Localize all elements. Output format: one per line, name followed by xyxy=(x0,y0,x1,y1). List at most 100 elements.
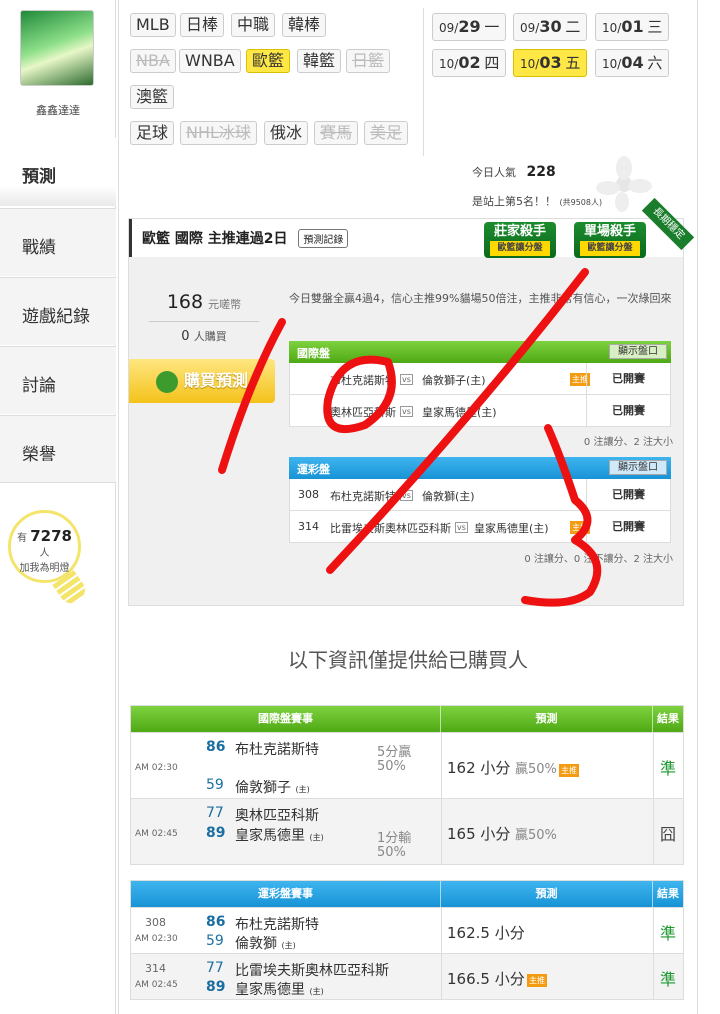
vs-icon: vs xyxy=(400,374,413,385)
price-value: 168 xyxy=(166,291,204,313)
match-time: AM 02:30 xyxy=(135,934,178,944)
match-status: 已開賽 xyxy=(586,363,670,394)
match-time: AM 02:45 xyxy=(135,829,178,839)
match-status: 已開賽 xyxy=(586,395,670,426)
league-soccer[interactable]: 足球 xyxy=(130,121,175,145)
team-a: 比雷埃夫斯奧林匹亞科斯 xyxy=(235,963,389,979)
league-kr-baseball[interactable]: 韓棒 xyxy=(282,13,327,37)
table-row: 308 AM 02:30 86 布杜克諾斯特 59 倫敦獅 (主) 162.5 … xyxy=(131,907,683,954)
coin-icon xyxy=(155,370,178,393)
match-status: 已開賽 xyxy=(586,511,670,542)
home-mark: (主) xyxy=(309,833,324,842)
record-button[interactable]: 預測記錄 xyxy=(298,229,349,248)
team-a: 布杜克諾斯特 xyxy=(330,490,396,503)
league-jp-baseball[interactable]: 日棒 xyxy=(180,13,225,37)
card-title: 歐籃 國際 主推連過2日 xyxy=(142,231,288,247)
popularity: 今日人氣 228 xyxy=(472,164,556,180)
team-b: 倫敦獅子(主) xyxy=(422,374,486,387)
nav-record[interactable]: 戰績 xyxy=(0,208,116,276)
date-day: 29 xyxy=(458,17,481,36)
lottery-header: 運彩盤 顯示盤口 xyxy=(289,457,671,479)
league-euro-basketball[interactable]: 歐籃 xyxy=(246,49,291,73)
price-unit: 元嗟幣 xyxy=(208,298,242,311)
date-weekday: 一 xyxy=(484,18,500,36)
col-match: 運彩盤賽事 xyxy=(131,881,441,907)
league-mlb[interactable]: MLB xyxy=(130,13,176,37)
badge-sub: 歐籃讓分盤 xyxy=(490,241,550,256)
team-b: 皇家馬德里(主) xyxy=(474,522,549,535)
badge-title: 單場殺手 xyxy=(583,224,636,239)
col-match: 國際盤賽事 xyxy=(131,706,441,732)
score-b: 59 xyxy=(206,933,224,949)
col-pick: 預測 xyxy=(441,881,653,907)
match-status: 已開賽 xyxy=(586,479,670,510)
lottery-result-table: 運彩盤賽事 預測 結果 308 AM 02:30 86 布杜克諾斯特 59 倫敦… xyxy=(130,880,684,1000)
league-cpbl[interactable]: 中職 xyxy=(231,13,276,37)
league-kha[interactable]: 俄冰 xyxy=(264,121,309,145)
pick: 165 小分 xyxy=(447,825,511,843)
date-0929[interactable]: 09/29 一 xyxy=(432,13,507,41)
league-kr-basketball[interactable]: 韓籃 xyxy=(297,49,342,73)
win-pct: 贏50% xyxy=(515,762,557,777)
date-1004[interactable]: 10/04 六 xyxy=(595,49,670,77)
main-pick-badge: 主推 xyxy=(559,764,579,777)
date-weekday: 五 xyxy=(565,54,581,72)
fan-caption: 加我為明燈 xyxy=(19,563,70,574)
league-au-basketball[interactable]: 澳籃 xyxy=(130,85,175,109)
username[interactable]: 鑫鑫達達 xyxy=(0,102,116,118)
col-divider xyxy=(441,954,442,1000)
team-a: 布杜克諾斯特 xyxy=(235,742,319,758)
flower-icon xyxy=(596,156,652,212)
score-a: 77 xyxy=(206,805,224,821)
date-1001[interactable]: 10/01 三 xyxy=(595,13,670,41)
league-nba: NBA xyxy=(130,49,176,73)
nav-honor[interactable]: 榮譽 xyxy=(0,415,116,483)
game-no: 308 xyxy=(145,916,166,929)
date-weekday: 三 xyxy=(647,18,663,36)
home-mark: (主) xyxy=(295,785,310,794)
vs-icon: vs xyxy=(400,406,413,417)
intl-title: 國際盤 xyxy=(297,347,330,360)
table-row: 314 AM 02:45 77 比雷埃夫斯奧林匹亞科斯 89 皇家馬德里 (主)… xyxy=(131,953,683,1000)
lottery-show-odds-button[interactable]: 顯示盤口 xyxy=(609,460,667,475)
spread: 1分輸 xyxy=(377,831,412,846)
date-weekday: 二 xyxy=(565,18,581,36)
main-pick-badge: 主推 xyxy=(527,974,547,987)
single-killer-badge: 單場殺手 歐籃讓分盤 xyxy=(574,222,646,258)
pick: 166.5 小分 xyxy=(447,970,525,988)
avatar[interactable] xyxy=(20,10,94,86)
date-1003[interactable]: 10/03 五 xyxy=(513,49,588,77)
buy-prediction-button[interactable]: 購買預測 xyxy=(129,359,275,403)
league-wnba[interactable]: WNBA xyxy=(179,49,241,73)
score-a: 77 xyxy=(206,960,224,976)
result: 囧 xyxy=(660,825,677,844)
intl-summary: 0 注讓分、2 注大小 xyxy=(583,437,673,448)
vs-icon: vs xyxy=(400,490,413,501)
date-day: 30 xyxy=(539,17,562,36)
intl-show-odds-button[interactable]: 顯示盤口 xyxy=(609,344,667,359)
buyers-count: 0 xyxy=(181,329,190,344)
team-b-name: 皇家馬德里 xyxy=(235,828,305,844)
col-divider xyxy=(653,908,654,954)
league-jp-basketball: 日籃 xyxy=(346,49,391,73)
rank-text: 是站上第5名！！ xyxy=(472,195,556,208)
date-md: 09/ xyxy=(520,21,540,35)
win-pct: 贏50% xyxy=(515,828,557,843)
nav-predict[interactable]: 預測 xyxy=(0,138,116,206)
col-result: 結果 xyxy=(657,887,679,900)
nav-discussion[interactable]: 討論 xyxy=(0,346,116,414)
intl-row: 奧林匹亞科斯 vs 皇家馬德里(主) 已開賽 xyxy=(289,395,671,427)
date-day: 03 xyxy=(539,53,562,72)
buyers-unit: 人購買 xyxy=(193,330,227,343)
date-0930[interactable]: 09/30 二 xyxy=(513,13,588,41)
date-md: 10/ xyxy=(439,57,459,71)
team-b-name: 皇家馬德里 xyxy=(235,982,305,998)
lottery-row: 308 布杜克諾斯特 vs 倫敦獅(主) 已開賽 xyxy=(289,479,671,511)
intl-table: 國際盤 顯示盤口 布杜克諾斯特 vs 倫敦獅子(主) 主推 已開賽 奧林匹亞科斯 … xyxy=(289,341,671,427)
team-b: 皇家馬德里(主) xyxy=(422,406,497,419)
nav-game-log[interactable]: 遊戲紀錄 xyxy=(0,277,116,345)
intl-row: 布杜克諾斯特 vs 倫敦獅子(主) 主推 已開賽 xyxy=(289,363,671,395)
game-no: 308 xyxy=(298,488,319,501)
score-b: 89 xyxy=(206,825,226,841)
date-1002[interactable]: 10/02 四 xyxy=(432,49,507,77)
